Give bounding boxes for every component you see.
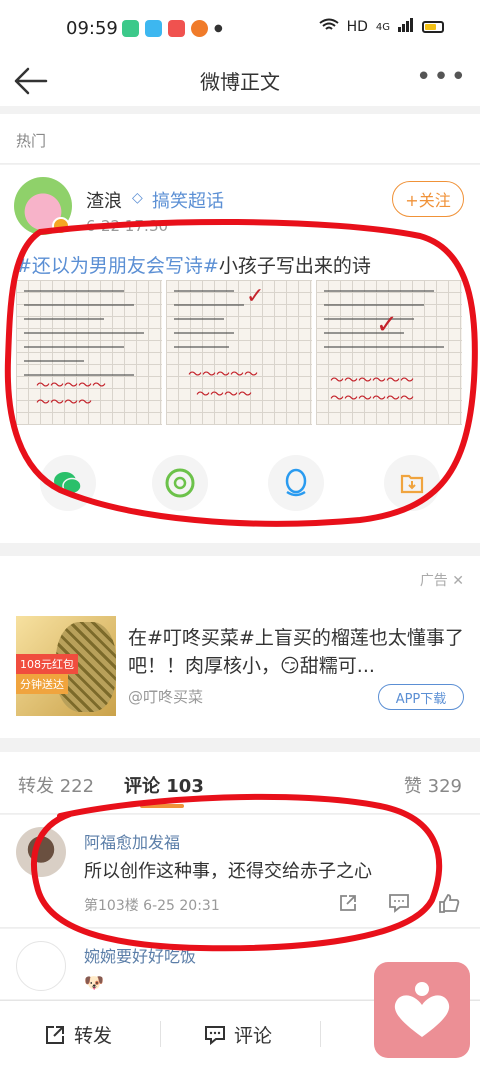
heart-person-icon	[394, 982, 450, 1037]
page-title: 微博正文	[200, 70, 280, 94]
status-right: HD 4G	[318, 18, 444, 36]
post-images: ～～～～～ ～～～～ ✓ ～～～～～ ～～～～ ✓ ～～～～～～ ～～～～～～	[16, 280, 462, 425]
navigation-bar: 微博正文 •••	[0, 56, 480, 106]
commenter-name[interactable]: 婉婉要好好吃饭	[84, 943, 196, 967]
moments-share-button[interactable]	[152, 455, 208, 511]
repost-button[interactable]: 转发	[44, 1021, 112, 1048]
ad-image[interactable]: 108元红包 分钟送达	[16, 616, 116, 716]
commenter-avatar[interactable]	[16, 827, 66, 877]
more-options-button[interactable]: •••	[416, 62, 468, 92]
topic-link[interactable]: 搞笑超话	[152, 187, 224, 213]
commenter-avatar[interactable]	[16, 941, 66, 991]
save-download-icon	[400, 474, 424, 494]
follow-button[interactable]: +关注	[392, 181, 464, 217]
post-image-1[interactable]: ～～～～～ ～～～～	[16, 280, 162, 425]
comment-label: 评论	[234, 1025, 273, 1047]
post-image-2[interactable]: ✓ ～～～～～ ～～～～	[166, 280, 312, 425]
comment-meta: 第103楼 6-25 20:31	[84, 898, 220, 914]
ad-label: 广告 ✕	[419, 573, 464, 589]
diamond-icon: ◇	[132, 190, 143, 206]
wifi-icon	[318, 18, 339, 36]
reply-comment-icon[interactable]	[388, 893, 410, 918]
post-user-name[interactable]: 渣浪	[86, 187, 122, 213]
share-row	[0, 455, 480, 515]
comment-emoji: 🐶	[84, 973, 104, 992]
active-tab-indicator	[140, 804, 184, 808]
verified-badge-icon	[52, 217, 70, 235]
hashtag-link[interactable]: #还以为男朋友会写诗#	[16, 255, 219, 277]
hot-section-header: 热门	[0, 114, 480, 164]
weibo-notification-icon	[191, 20, 208, 37]
more-notifications-dot: ●	[214, 23, 223, 34]
weibo-post: 渣浪 ◇ 搞笑超话 6-22 17:30 +关注 #还以为男朋友会写诗#小孩子写…	[0, 165, 480, 543]
post-body-text: 小孩子写出来的诗	[218, 255, 371, 277]
save-share-button[interactable]	[384, 455, 440, 511]
close-icon[interactable]: ✕	[452, 573, 464, 589]
divider	[320, 1021, 321, 1047]
like-float-button[interactable]	[374, 962, 470, 1058]
comment-item: 阿福愈加发福 所以创作这种事，还得交给赤子之心 第103楼 6-25 20:31	[0, 815, 480, 928]
status-app-icons: ●	[122, 20, 223, 37]
hot-label: 热门	[16, 132, 47, 150]
app-download-button[interactable]: APP下载	[378, 684, 464, 710]
qq-icon	[285, 468, 307, 497]
wechat-icon	[54, 472, 82, 495]
app-notification-icon	[168, 20, 185, 37]
tab-repost[interactable]: 转发 222	[18, 772, 94, 798]
tab-comment[interactable]: 评论 103	[124, 772, 204, 798]
post-tabs: 转发 222 评论 103 赞 329	[0, 752, 480, 814]
status-bar: 09:59 ● HD 4G	[0, 0, 480, 56]
ad-image-tag: 108元红包	[16, 654, 78, 674]
network-label: HD	[346, 19, 368, 35]
battery-icon	[422, 21, 444, 33]
wechat-share-button[interactable]	[40, 455, 96, 511]
share-comment-icon[interactable]	[338, 893, 358, 918]
ad-text: 在#叮咚买菜#上盲买的榴莲也太懂事了吧！！肉厚核小，😏甜糯可...	[128, 627, 464, 677]
repost-icon	[46, 1025, 64, 1044]
commenter-name[interactable]: 阿福愈加发福	[84, 829, 180, 853]
comment-text: 所以创作这种事，还得交给赤子之心	[84, 861, 372, 882]
app-notification-icon	[122, 20, 139, 37]
tab-like[interactable]: 赞 329	[404, 772, 462, 798]
advertisement-card[interactable]: 广告 ✕ 108元红包 分钟送达 在#叮咚买菜#上盲买的榴莲也太懂事了吧！！肉厚…	[0, 556, 480, 738]
ad-source[interactable]: @叮咚买菜	[128, 686, 203, 707]
post-time: 6-22 17:30	[86, 217, 169, 235]
qq-share-button[interactable]	[268, 455, 324, 511]
signal-label: 4G	[375, 21, 390, 33]
comment-icon	[205, 1025, 225, 1045]
app-notification-icon	[145, 20, 162, 37]
signal-icon	[398, 18, 414, 36]
status-time: 09:59	[66, 18, 118, 39]
like-comment-icon[interactable]	[438, 893, 460, 918]
post-image-3[interactable]: ✓ ～～～～～～ ～～～～～～	[316, 280, 462, 425]
repost-label: 转发	[74, 1025, 113, 1047]
moments-icon	[165, 468, 195, 498]
post-text: #还以为男朋友会写诗#小孩子写出来的诗	[16, 251, 371, 278]
ad-image-tag: 分钟送达	[16, 674, 68, 694]
divider	[160, 1021, 161, 1047]
comment-button[interactable]: 评论	[204, 1021, 272, 1048]
